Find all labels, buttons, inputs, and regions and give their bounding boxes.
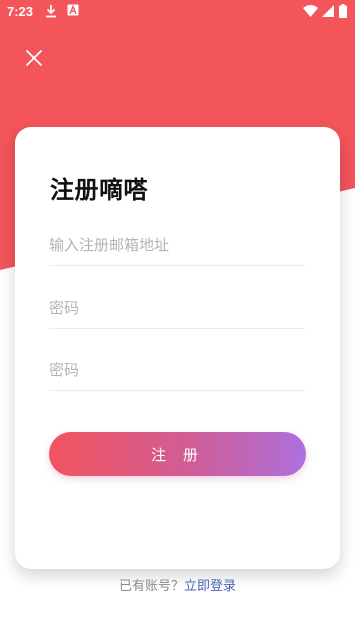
register-card: 注册嘀嗒 注 册: [15, 127, 340, 569]
password-field: [49, 288, 305, 329]
battery-icon: [339, 4, 347, 18]
login-prompt: 已有账号？立即登录: [0, 575, 355, 594]
page-title: 注册嘀嗒: [50, 176, 148, 204]
register-button[interactable]: 注 册: [49, 432, 306, 476]
status-bar: 7:23: [0, 0, 355, 24]
wifi-icon: [303, 5, 318, 17]
login-link[interactable]: 立即登录: [184, 579, 236, 594]
confirm-password-field: [49, 350, 305, 391]
login-hint-text: 已有账号？: [118, 579, 184, 594]
password-input[interactable]: [49, 288, 305, 328]
signal-icon: [322, 5, 334, 17]
close-icon[interactable]: [22, 46, 46, 70]
confirm-password-input[interactable]: [49, 350, 305, 390]
email-field: [49, 225, 305, 266]
email-input[interactable]: [49, 225, 305, 265]
status-time: 7:23: [7, 4, 34, 19]
download-icon: [46, 5, 56, 18]
text-a-icon: [67, 4, 79, 16]
